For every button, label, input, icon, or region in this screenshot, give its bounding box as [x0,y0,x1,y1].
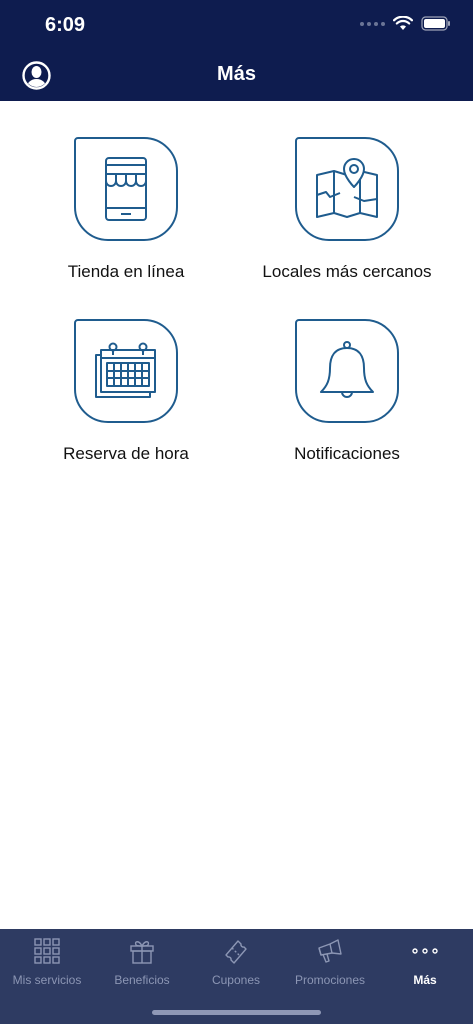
more-dots-icon [412,948,438,954]
menu-item-label: Notificaciones [294,444,400,463]
signal-icon [360,21,385,26]
calendar-icon [95,342,156,398]
menu-item-online-store[interactable]: Tienda en línea [16,137,236,307]
page-title: Más [217,63,256,85]
tab-mas[interactable]: Más [378,937,472,987]
status-indicators [360,16,451,31]
tab-mis-servicios[interactable]: Mis servicios [0,937,94,987]
menu-item-label: Tienda en línea [67,262,185,281]
ticket-icon [225,940,247,964]
menu-item-book-appointment[interactable]: Reserva de hora [16,319,236,489]
tab-promociones[interactable]: Promociones [283,937,377,987]
tab-label: Promociones [294,973,366,987]
tab-cupones[interactable]: Cupones [189,937,283,987]
top-bar: 6:09 Más [0,0,473,101]
wifi-icon [393,16,413,30]
menu-item-icon-box [74,137,178,241]
grid-icon [34,938,60,964]
tab-label: Mis servicios [12,973,82,987]
menu-item-icon-box [295,137,399,241]
menu-item-label: Reserva de hora [63,444,189,463]
battery-icon [421,16,450,31]
shop-icon [105,157,147,221]
gift-icon [130,941,154,964]
tab-label: Cupones [211,973,261,987]
menu-item-icon-box [74,319,178,423]
menu-item-nearest-stores[interactable]: Locales más cercanos [237,137,457,307]
tab-label: Beneficios [114,973,170,987]
tab-beneficios[interactable]: Beneficios [95,937,189,987]
tab-bar: Mis servicios Beneficios Cupones Promoci… [0,929,473,1024]
status-time: 6:09 [45,14,86,36]
home-indicator[interactable] [152,1010,321,1015]
map-pin-icon [316,158,378,218]
menu-item-notifications[interactable]: Notificaciones [237,319,457,489]
bell-icon [320,341,374,398]
tab-label: Más [413,973,437,987]
menu-item-icon-box [295,319,399,423]
menu-item-label: Locales más cercanos [262,262,432,281]
megaphone-icon [318,939,342,963]
